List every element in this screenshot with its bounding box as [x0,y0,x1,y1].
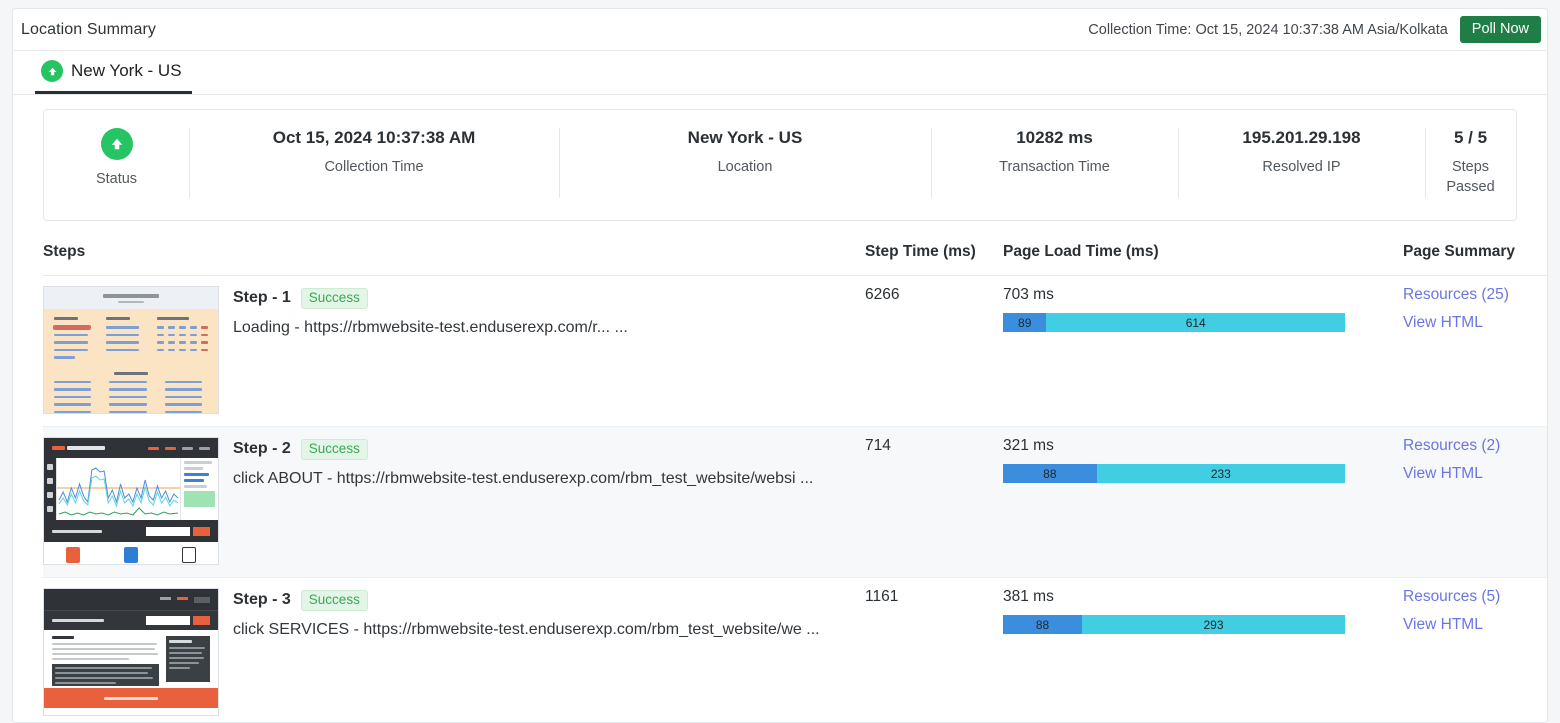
cell-page-summary: Resources (2) View HTML [1403,427,1547,578]
cell-step: Step - 2 Success click ABOUT - https://r… [43,427,865,578]
step-screenshot-thumbnail[interactable] [43,437,219,565]
table-row: Step - 1 Success Loading - https://rbmwe… [43,276,1547,427]
summary-value-steps-passed: 5 / 5 [1454,128,1487,148]
cell-page-load-time: 381 ms 88 293 [1003,578,1403,723]
page-load-time-bar: 88 233 [1003,464,1345,483]
content-body: Status Oct 15, 2024 10:37:38 AM Collecti… [13,95,1547,722]
step-screenshot-thumbnail[interactable] [43,588,219,716]
cell-step-time: 1161 [865,578,1003,723]
cell-page-summary: Resources (25) View HTML [1403,276,1547,427]
header-step-time: Step Time (ms) [865,237,1003,276]
header-page-load-time: Page Load Time (ms) [1003,237,1403,276]
bar-segment-load: 293 [1082,615,1345,634]
poll-now-button[interactable]: Poll Now [1460,16,1541,44]
top-bar-actions: Collection Time: Oct 15, 2024 10:37:38 A… [1088,16,1541,44]
location-summary-page: Location Summary Collection Time: Oct 15… [0,0,1560,723]
bar-segment-load: 614 [1046,313,1345,332]
status-badge: Success [301,288,368,309]
header-steps: Steps [43,237,865,276]
summary-value-transaction-time: 10282 ms [1016,128,1093,148]
status-badge: Success [301,439,368,460]
main-card: Location Summary Collection Time: Oct 15… [12,8,1548,723]
arrow-up-circle-icon [41,60,63,82]
summary-value-location: New York - US [688,128,803,148]
summary-label-status: Status [96,170,137,190]
bar-segment-load: 233 [1097,464,1345,483]
cell-step: Step - 1 Success Loading - https://rbmwe… [43,276,865,427]
page-load-time-bar: 88 293 [1003,615,1345,634]
page-title: Location Summary [21,21,156,39]
view-html-link[interactable]: View HTML [1403,314,1547,332]
resources-link[interactable]: Resources (2) [1403,437,1547,455]
summary-strip: Status Oct 15, 2024 10:37:38 AM Collecti… [43,109,1517,221]
table-row: Step - 3 Success click SERVICES - https:… [43,578,1547,723]
tab-label: New York - US [71,61,182,81]
summary-label-resolved-ip: Resolved IP [1262,158,1340,178]
summary-cell-transaction-time: 10282 ms Transaction Time [931,110,1178,220]
table-row: Step - 2 Success click ABOUT - https://r… [43,427,1547,578]
summary-cell-status: Status [44,110,189,220]
summary-cell-location: New York - US Location [559,110,931,220]
step-screenshot-thumbnail[interactable] [43,286,219,414]
header-page-summary: Page Summary [1403,237,1547,276]
summary-value-collection-time: Oct 15, 2024 10:37:38 AM [273,128,476,148]
view-html-link[interactable]: View HTML [1403,465,1547,483]
status-badge: Success [301,590,368,611]
cell-step-time: 6266 [865,276,1003,427]
page-load-time-value: 703 ms [1003,286,1403,304]
bar-segment-connect: 88 [1003,615,1082,634]
tab-new-york-us[interactable]: New York - US [35,56,192,94]
summary-label-location: Location [718,158,773,178]
summary-value-resolved-ip: 195.201.29.198 [1242,128,1360,148]
bar-segment-connect: 88 [1003,464,1097,483]
view-html-link[interactable]: View HTML [1403,616,1547,634]
summary-label-steps-passed: Steps Passed [1446,158,1494,197]
page-load-time-value: 381 ms [1003,588,1403,606]
page-load-time-value: 321 ms [1003,437,1403,455]
cell-page-load-time: 321 ms 88 233 [1003,427,1403,578]
step-name: Step - 1 [233,289,291,307]
summary-cell-collection-time: Oct 15, 2024 10:37:38 AM Collection Time [189,110,559,220]
step-description: Loading - https://rbmwebsite-test.enduse… [233,319,628,337]
bar-segment-connect: 89 [1003,313,1046,332]
resources-link[interactable]: Resources (5) [1403,588,1547,606]
summary-label-transaction-time: Transaction Time [999,158,1110,178]
cell-page-summary: Resources (5) View HTML [1403,578,1547,723]
cell-step-time: 714 [865,427,1003,578]
summary-label-collection-time: Collection Time [324,158,423,178]
top-bar: Location Summary Collection Time: Oct 15… [13,9,1547,51]
steps-passed-line1: Steps [1452,159,1489,175]
step-name: Step - 2 [233,440,291,458]
summary-cell-steps-passed: 5 / 5 Steps Passed [1425,110,1516,220]
step-description: click ABOUT - https://rbmwebsite-test.en… [233,470,813,488]
table-header-row: Steps Step Time (ms) Page Load Time (ms)… [43,237,1547,276]
summary-cell-resolved-ip: 195.201.29.198 Resolved IP [1178,110,1425,220]
step-name: Step - 3 [233,591,291,609]
steps-passed-line2: Passed [1446,179,1494,195]
arrow-up-circle-icon [101,128,133,160]
cell-page-load-time: 703 ms 89 614 [1003,276,1403,427]
steps-table: Steps Step Time (ms) Page Load Time (ms)… [43,237,1547,722]
location-tabs: New York - US [13,51,1547,95]
page-load-time-bar: 89 614 [1003,313,1345,332]
cell-step: Step - 3 Success click SERVICES - https:… [43,578,865,723]
resources-link[interactable]: Resources (25) [1403,286,1547,304]
step-description: click SERVICES - https://rbmwebsite-test… [233,621,820,639]
collection-time-text: Collection Time: Oct 15, 2024 10:37:38 A… [1088,22,1447,38]
